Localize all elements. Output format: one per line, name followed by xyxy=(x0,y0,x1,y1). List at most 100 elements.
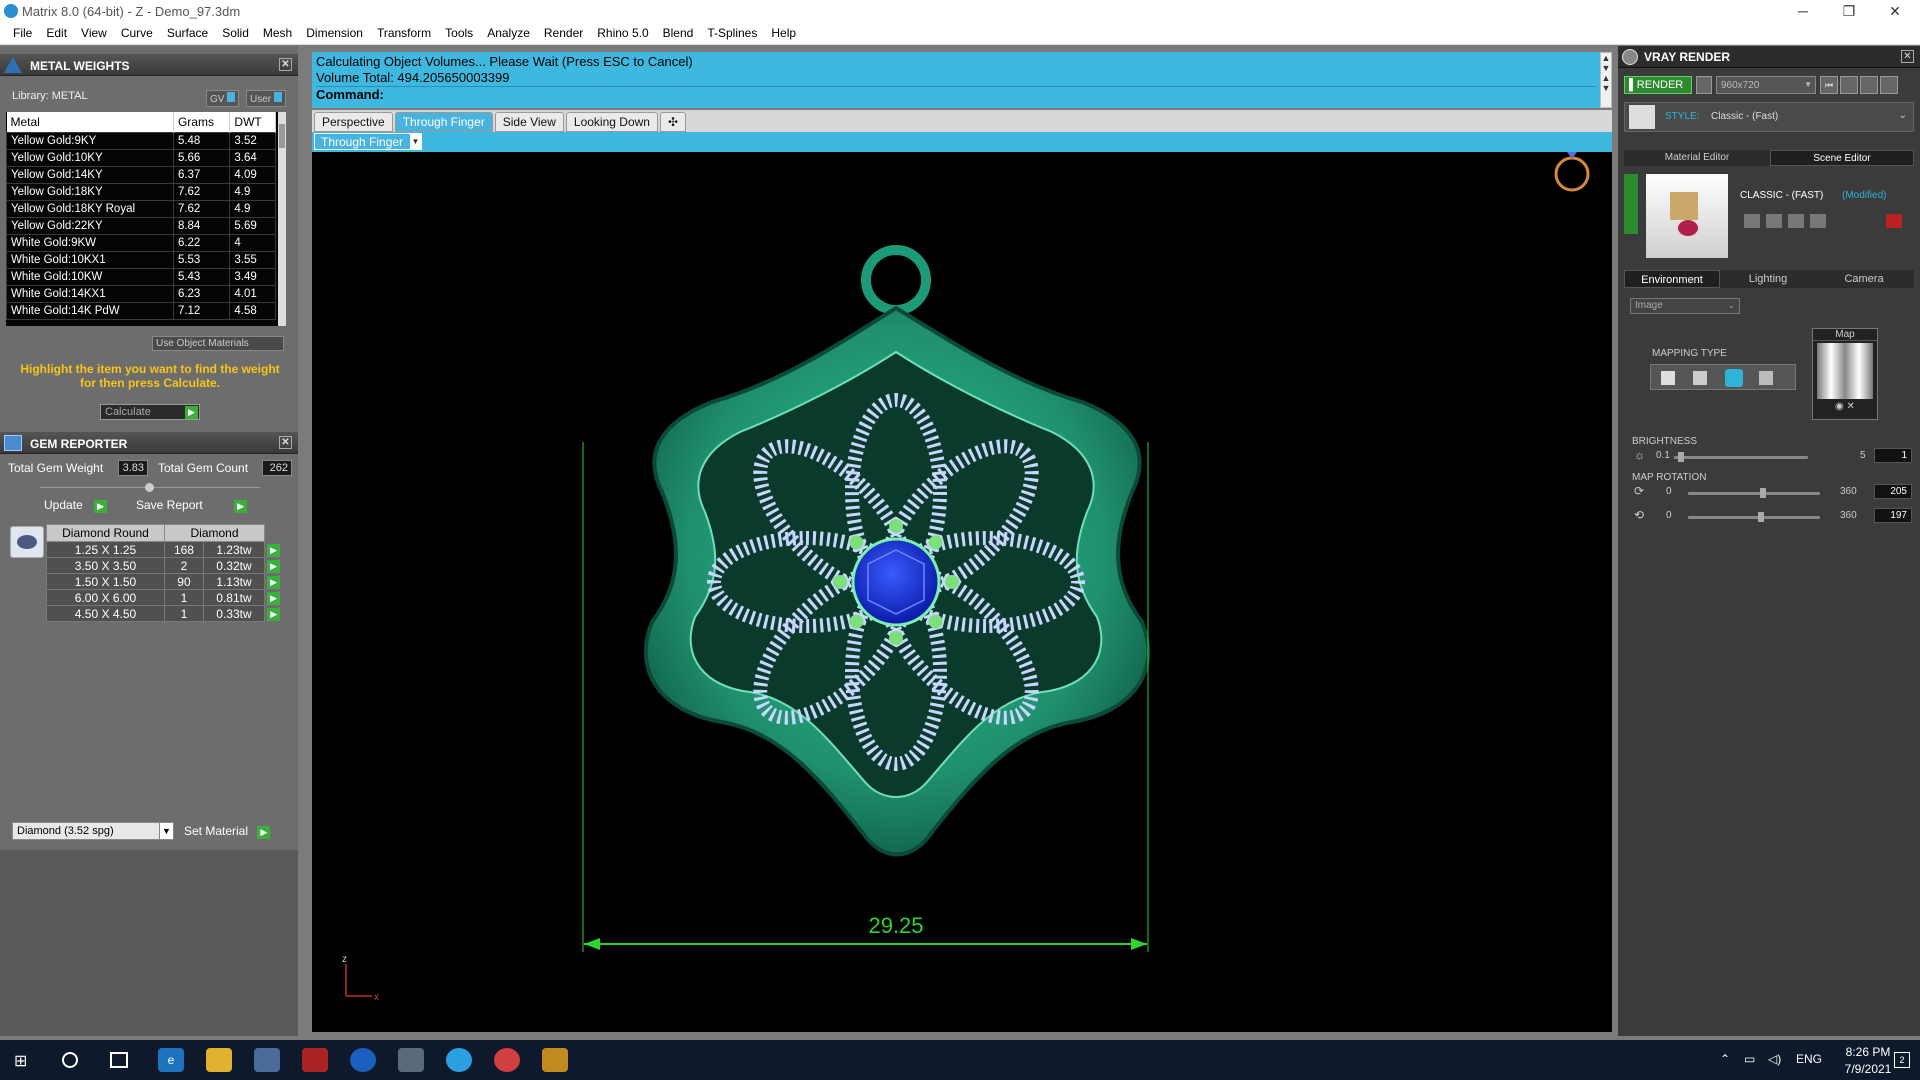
gem-row[interactable]: 4.50 X 4.50 1 0.33tw ▶ xyxy=(46,605,281,622)
gem-row-action[interactable]: ▶ xyxy=(264,557,281,574)
command-scrollbar[interactable]: ▲ ▼ ▲ ▼ xyxy=(1600,52,1612,108)
brightness-value[interactable]: 1 xyxy=(1874,448,1912,463)
minimize-button[interactable]: ─ xyxy=(1780,0,1826,22)
gem-row-action[interactable]: ▶ xyxy=(264,541,281,558)
metal-row[interactable]: Yellow Gold:18KY 7.62 4.9 xyxy=(6,183,276,201)
close-button[interactable]: ✕ xyxy=(1872,0,1918,22)
mapping-screen-icon[interactable] xyxy=(1759,371,1773,385)
tab-material-editor[interactable]: Material Editor xyxy=(1624,150,1770,166)
menu-item-tools[interactable]: Tools xyxy=(438,23,480,44)
viewport-canvas[interactable]: 29.25 z x xyxy=(312,152,1612,1032)
vray-close-icon[interactable]: ✕ xyxy=(1901,50,1914,63)
preset-copy-icon[interactable] xyxy=(1766,214,1782,228)
metal-row[interactable]: White Gold:10KW 5.43 3.49 xyxy=(6,268,276,286)
zalo-icon[interactable] xyxy=(350,1048,376,1072)
tab-perspective[interactable]: Perspective xyxy=(314,112,393,132)
metal-weights-close-icon[interactable]: ✕ xyxy=(279,58,292,71)
menu-item-rhino-5-0[interactable]: Rhino 5.0 xyxy=(590,23,655,44)
brightness-slider[interactable] xyxy=(1674,452,1808,462)
matrix-icon[interactable] xyxy=(446,1048,472,1072)
metal-row[interactable]: Yellow Gold:22KY 8.84 5.69 xyxy=(6,217,276,235)
windows-start-icon[interactable]: ⊞ xyxy=(14,1051,27,1071)
collapse-handle[interactable] xyxy=(1624,174,1638,234)
gem-row[interactable]: 3.50 X 3.50 2 0.32tw ▶ xyxy=(46,557,281,574)
viewport-name-dropdown[interactable]: Through Finger ▼ xyxy=(314,133,422,150)
menu-item-analyze[interactable]: Analyze xyxy=(480,23,537,44)
preset-reset-icon[interactable] xyxy=(1886,214,1902,228)
layout-icon[interactable] xyxy=(1880,76,1898,94)
metal-row[interactable]: Yellow Gold:10KY 5.66 3.64 xyxy=(6,149,276,167)
tab-looking-down[interactable]: Looking Down xyxy=(565,112,658,132)
metal-row[interactable]: Yellow Gold:18KY Royal 7.62 4.9 xyxy=(6,200,276,218)
update-button[interactable]: Update ▶ xyxy=(44,498,108,513)
gem-row[interactable]: 6.00 X 6.00 1 0.81tw ▶ xyxy=(46,589,281,606)
tab-side-view[interactable]: Side View xyxy=(494,112,564,132)
rewind-icon[interactable]: ⏮ xyxy=(1820,76,1838,94)
rhino-icon[interactable] xyxy=(542,1048,568,1072)
network-icon[interactable]: ▭ xyxy=(1744,1052,1755,1066)
language-indicator[interactable]: ENG xyxy=(1796,1052,1822,1066)
style-select[interactable]: STYLE: Classic - (Fast) ⌄ xyxy=(1624,102,1914,132)
clock-date[interactable]: 7/9/2021 xyxy=(1838,1062,1898,1076)
list-icon[interactable] xyxy=(1860,76,1878,94)
preset-add-icon[interactable] xyxy=(1788,214,1804,228)
menu-item-t-splines[interactable]: T-Splines xyxy=(700,23,764,44)
app-icon-2[interactable] xyxy=(302,1048,328,1072)
clock-time[interactable]: 8:26 PM xyxy=(1838,1045,1898,1059)
tab-camera[interactable]: Camera xyxy=(1816,270,1912,288)
edge-icon[interactable]: e xyxy=(158,1048,184,1072)
map-preview[interactable]: Map ◉ ✕ xyxy=(1812,328,1878,420)
chrome-icon[interactable] xyxy=(494,1048,520,1072)
volume-icon[interactable]: ◁) xyxy=(1768,1052,1781,1066)
metal-row[interactable]: White Gold:14K PdW 7.12 4.58 xyxy=(6,302,276,320)
resolution-select[interactable]: 960x720 ▼ xyxy=(1716,76,1816,94)
render-settings-icon[interactable] xyxy=(1696,76,1712,94)
tray-chevron-icon[interactable]: ⌃ xyxy=(1720,1052,1730,1066)
calculate-button[interactable]: Calculate ▶ xyxy=(100,404,200,420)
environment-type-select[interactable]: Image ⌄ xyxy=(1630,298,1740,314)
gem-row[interactable]: 1.50 X 1.50 90 1.13tw ▶ xyxy=(46,573,281,590)
menu-item-help[interactable]: Help xyxy=(764,23,803,44)
render-button[interactable]: ▌RENDER xyxy=(1624,76,1692,94)
tab-through-finger[interactable]: Through Finger xyxy=(394,112,493,132)
preset-save-icon[interactable] xyxy=(1744,214,1760,228)
file-explorer-icon[interactable] xyxy=(206,1048,232,1072)
metal-row[interactable]: White Gold:14KX1 6.23 4.01 xyxy=(6,285,276,303)
menu-item-render[interactable]: Render xyxy=(537,23,590,44)
rotation-v-value[interactable]: 197 xyxy=(1874,508,1912,523)
metal-table-scrollbar[interactable] xyxy=(278,112,286,326)
set-material-button[interactable]: Set Material ▶ xyxy=(184,824,271,839)
gem-row-action[interactable]: ▶ xyxy=(264,589,281,606)
tab-lighting[interactable]: Lighting xyxy=(1720,270,1816,288)
restore-button[interactable]: ❐ xyxy=(1826,0,1872,22)
app-icon-1[interactable] xyxy=(254,1048,280,1072)
metal-col-metal[interactable]: Metal xyxy=(6,112,174,133)
metal-col-grams[interactable]: Grams xyxy=(173,112,231,133)
preset-remove-icon[interactable] xyxy=(1810,214,1826,228)
menu-item-mesh[interactable]: Mesh xyxy=(256,23,299,44)
metal-col-dwt[interactable]: DWT xyxy=(229,112,276,133)
tab-environment[interactable]: Environment xyxy=(1624,270,1720,288)
menu-item-transform[interactable]: Transform xyxy=(370,23,438,44)
search-icon[interactable] xyxy=(62,1052,78,1068)
task-view-icon[interactable] xyxy=(110,1052,128,1068)
brightness-slider-thumb[interactable] xyxy=(1677,452,1684,462)
menu-item-surface[interactable]: Surface xyxy=(160,23,215,44)
ring-navigator-icon[interactable] xyxy=(1554,156,1590,192)
tab-scene-editor[interactable]: Scene Editor xyxy=(1770,150,1914,166)
rotation-h-slider[interactable] xyxy=(1688,488,1820,498)
menu-item-curve[interactable]: Curve xyxy=(114,23,160,44)
notification-icon[interactable]: 2 xyxy=(1894,1052,1910,1068)
metal-row[interactable]: Yellow Gold:9KY 5.48 3.52 xyxy=(6,132,276,150)
mapping-sphere-icon[interactable] xyxy=(1725,369,1743,387)
add-viewport-tab-icon[interactable]: ✣ xyxy=(659,112,687,132)
gem-reporter-close-icon[interactable]: ✕ xyxy=(279,436,292,449)
save-report-button[interactable]: Save Report ▶ xyxy=(136,498,248,513)
gem-divider-handle[interactable] xyxy=(145,483,154,492)
command-prompt[interactable]: Command: xyxy=(316,86,1596,102)
metal-row[interactable]: White Gold:10KX1 5.53 3.55 xyxy=(6,251,276,269)
user-button[interactable]: User xyxy=(246,90,286,107)
rotation-h-value[interactable]: 205 xyxy=(1874,484,1912,499)
metal-row[interactable]: White Gold:9KW 6.22 4 xyxy=(6,234,276,252)
menu-item-dimension[interactable]: Dimension xyxy=(299,23,370,44)
